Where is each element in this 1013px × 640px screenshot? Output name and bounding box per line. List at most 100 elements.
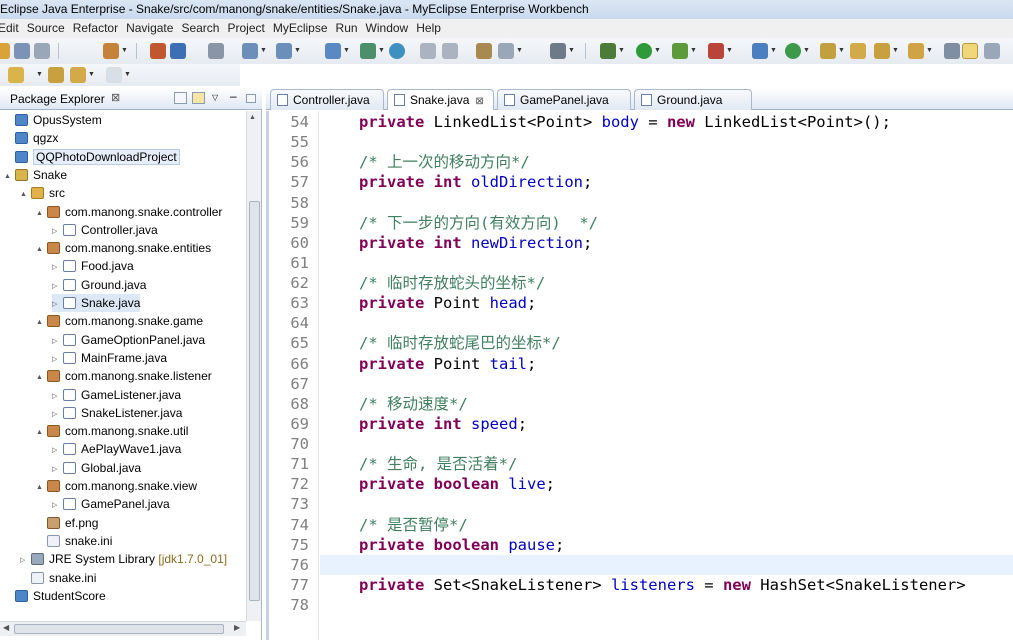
collapsed-arrow-icon[interactable]: ▷ (52, 278, 60, 296)
collapsed-arrow-icon[interactable]: ▷ (52, 406, 60, 424)
code-line[interactable]: /* 下一步的方向(有效方向) */ (359, 213, 598, 233)
tree-item[interactable]: ▷ Ground.java (52, 276, 146, 294)
search-icon[interactable] (874, 43, 890, 59)
collapsed-arrow-icon[interactable]: ▷ (52, 442, 60, 460)
close-icon[interactable]: ⊠ (475, 96, 483, 107)
code-area[interactable]: 54 55 56 57 58 59 60 61 62 63 64 65 66 67 68 69 70 71 72 73… (266, 111, 1013, 640)
edit-icon[interactable] (420, 43, 436, 59)
menu-run[interactable]: Run (336, 19, 358, 38)
tree-item[interactable]: ▷ GameOptionPanel.java (52, 331, 205, 349)
new-project-icon[interactable] (103, 43, 119, 59)
last-edit-icon[interactable] (48, 67, 64, 83)
tree-item[interactable]: OpusSystem (4, 111, 102, 129)
chart-icon[interactable] (360, 43, 376, 59)
view-menu-icon[interactable]: ▽ (212, 93, 225, 105)
coverage-icon[interactable] (672, 43, 688, 59)
scrollbar-thumb[interactable] (249, 201, 260, 601)
collapsed-arrow-icon[interactable]: ▷ (20, 552, 28, 570)
collapsed-arrow-icon[interactable]: ▷ (52, 296, 60, 314)
tree-item[interactable]: snake.ini (20, 569, 96, 587)
tree-item[interactable]: ▲ com.manong.snake.game (36, 312, 203, 330)
tree-item[interactable]: qgzx (4, 129, 58, 147)
tree-item[interactable]: ▷ Snake.java (52, 294, 141, 314)
code-line[interactable]: /* 临时存放蛇尾巴的坐标*/ (359, 333, 561, 353)
expanded-arrow-icon[interactable]: ▲ (4, 168, 12, 186)
expanded-arrow-icon[interactable]: ▲ (36, 241, 44, 259)
code-line[interactable]: private Point head; (359, 293, 536, 313)
tree-item[interactable]: ▲ com.manong.snake.entities (36, 239, 211, 257)
code-line[interactable]: private LinkedList<Point> body = new Lin… (359, 112, 891, 132)
tree-item[interactable]: ▷ Global.java (52, 459, 141, 477)
code-line[interactable]: /* 上一次的移动方向*/ (359, 152, 530, 172)
code-line[interactable]: private boolean live; (359, 474, 555, 494)
code-line[interactable]: /* 是否暂停*/ (359, 515, 468, 535)
comment-icon[interactable] (944, 43, 960, 59)
menu-edit[interactable]: Edit (0, 19, 19, 38)
tree-item[interactable]: ▷ Food.java (52, 257, 134, 275)
code-line[interactable]: private int speed; (359, 414, 527, 434)
maximize-icon[interactable] (246, 94, 256, 103)
package-explorer-tab[interactable]: Package Explorer ⊠ ▽ – (0, 88, 262, 110)
menu-refactor[interactable]: Refactor (73, 19, 118, 38)
code-line[interactable]: private Set<SnakeListener> listeners = n… (359, 575, 966, 595)
collapsed-arrow-icon[interactable]: ▷ (52, 497, 60, 515)
tree-item[interactable]: StudentScore (4, 587, 106, 605)
menu-window[interactable]: Window (366, 19, 409, 38)
expanded-arrow-icon[interactable]: ▲ (36, 424, 44, 442)
editor-tab-controller[interactable]: Controller.java (270, 89, 384, 110)
code-line[interactable]: private boolean pause; (359, 535, 564, 555)
collapsed-arrow-icon[interactable]: ▷ (52, 333, 60, 351)
menu-myeclipse[interactable]: MyEclipse (273, 19, 328, 38)
code-line[interactable]: /* 移动速度*/ (359, 394, 468, 414)
menu-navigate[interactable]: Navigate (126, 19, 173, 38)
open-type-icon[interactable] (820, 43, 836, 59)
code-line[interactable]: private int oldDirection; (359, 172, 592, 192)
table-icon[interactable] (325, 43, 341, 59)
tree-item[interactable]: snake.ini (36, 532, 112, 550)
tree-item[interactable]: ▲ com.manong.snake.controller (36, 203, 222, 221)
code-line[interactable]: private Point tail; (359, 354, 536, 374)
tree-item[interactable]: ▷ GameListener.java (52, 386, 181, 404)
tree-item[interactable]: ▲ com.manong.snake.util (36, 422, 188, 440)
toggle-mark-icon[interactable] (962, 43, 978, 59)
link-icon[interactable] (442, 43, 458, 59)
menu-search[interactable]: Search (181, 19, 219, 38)
wizard2-icon[interactable] (276, 43, 292, 59)
tree-item[interactable]: ▷ GamePanel.java (52, 495, 170, 513)
tree-item[interactable]: ▷ AePlayWave1.java (52, 440, 181, 458)
expanded-arrow-icon[interactable]: ▲ (20, 186, 28, 204)
deploy-icon[interactable] (170, 43, 186, 59)
camera-icon[interactable] (550, 43, 566, 59)
minimize-icon[interactable]: – (230, 89, 243, 103)
editor-tab-snake[interactable]: Snake.java ⊠ (387, 89, 494, 110)
menu-source[interactable]: Source (27, 19, 65, 38)
pencil-icon[interactable] (908, 43, 924, 59)
monitor-icon[interactable] (498, 43, 514, 59)
tree-item[interactable]: ▲ com.manong.snake.view (36, 477, 197, 495)
open-folder-icon[interactable] (850, 43, 866, 59)
vertical-scrollbar[interactable]: ▲ (246, 111, 261, 621)
debug-icon[interactable] (600, 43, 616, 59)
tree-item[interactable]: ▲ src (20, 184, 65, 202)
tree-item[interactable]: ▲ Snake (4, 166, 67, 184)
collapsed-arrow-icon[interactable]: ▷ (52, 223, 60, 241)
block-selection-icon[interactable] (984, 43, 1000, 59)
tree-item[interactable]: ef.png (36, 514, 98, 532)
tree-item[interactable]: ▲ com.manong.snake.listener (36, 367, 212, 385)
properties-icon[interactable] (476, 43, 492, 59)
tree-item[interactable]: ▷ Controller.java (52, 221, 158, 239)
globe-icon[interactable] (389, 43, 405, 59)
run-icon[interactable] (636, 43, 652, 59)
menu-project[interactable]: Project (227, 19, 264, 38)
tree-item[interactable]: ▷ MainFrame.java (52, 349, 167, 367)
expanded-arrow-icon[interactable]: ▲ (36, 479, 44, 497)
new-icon[interactable] (0, 43, 10, 59)
expanded-arrow-icon[interactable]: ▲ (36, 314, 44, 332)
collapsed-arrow-icon[interactable]: ▷ (52, 388, 60, 406)
close-icon[interactable]: ⊠ (111, 91, 120, 104)
horizontal-scrollbar[interactable]: ◀ ▶ (0, 621, 246, 636)
code-line[interactable]: private int newDirection; (359, 233, 592, 253)
save-icon[interactable] (14, 43, 30, 59)
menu-help[interactable]: Help (416, 19, 441, 38)
expanded-arrow-icon[interactable]: ▲ (36, 369, 44, 387)
